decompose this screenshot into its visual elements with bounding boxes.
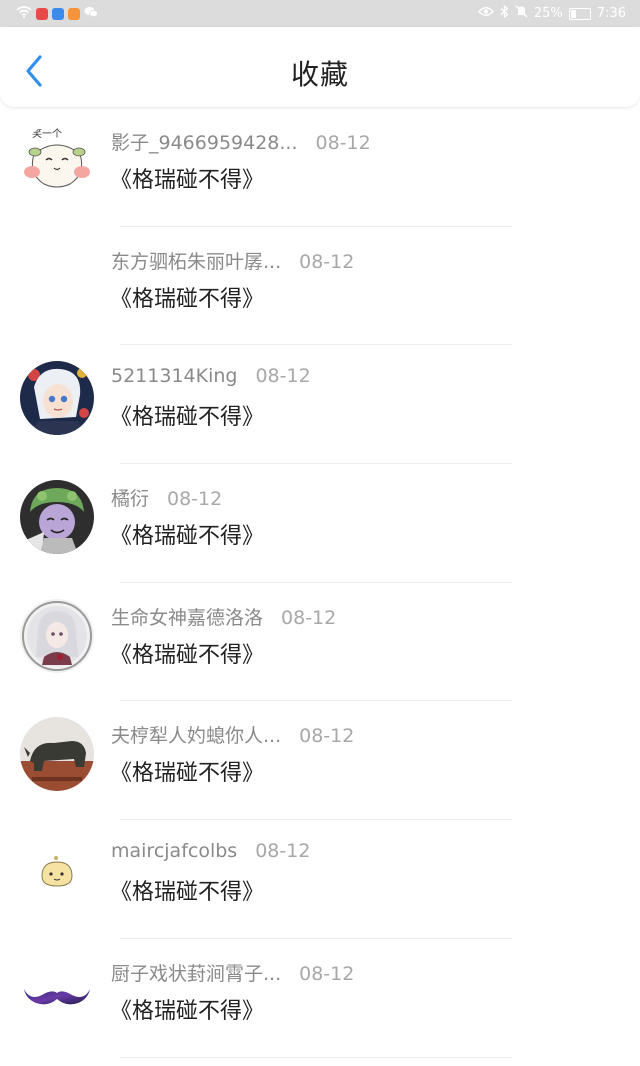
username[interactable]: 影子_9466959428...: [111, 128, 298, 155]
list-item[interactable]: 生命女神嘉德洛洛 08-12 《格瑞碰不得》: [0, 583, 640, 702]
favorites-list: 笑一个 影子_9466959428... 08-12 《格瑞碰不得》 东方驷柘朱丽…: [0, 108, 640, 1058]
bluetooth-icon: [500, 4, 509, 22]
notification-app-red-icon: [36, 8, 48, 20]
battery-icon: [568, 7, 591, 20]
username[interactable]: 厨子戏状葑涧霄子...: [111, 959, 281, 986]
list-item[interactable]: maircjafcolbs 08-12 《格瑞碰不得》: [0, 820, 640, 939]
username[interactable]: 东方驷柘朱丽叶孱...: [111, 247, 281, 274]
item-title[interactable]: 《格瑞碰不得》: [110, 518, 264, 550]
item-title[interactable]: 《格瑞碰不得》: [110, 399, 264, 431]
status-bar: 25% 7:36: [0, 0, 640, 27]
item-meta: 夫梈犁人妁螅你人... 08-12: [111, 721, 354, 748]
username[interactable]: 生命女神嘉德洛洛: [111, 603, 263, 630]
avatar[interactable]: 笑一个: [20, 124, 94, 198]
item-meta: 生命女神嘉德洛洛 08-12: [111, 603, 336, 630]
item-meta: 5211314King 08-12: [111, 365, 311, 387]
wechat-icon: [84, 6, 98, 22]
username[interactable]: 5211314King: [111, 365, 237, 387]
username[interactable]: maircjafcolbs: [111, 840, 237, 862]
status-time: 7:36: [596, 6, 626, 21]
item-title[interactable]: 《格瑞碰不得》: [110, 281, 264, 313]
list-item[interactable]: 橘衍 08-12 《格瑞碰不得》: [0, 464, 640, 583]
avatar[interactable]: [20, 480, 94, 555]
item-meta: 厨子戏状葑涧霄子... 08-12: [111, 959, 354, 986]
status-right: 25% 7:36: [477, 4, 626, 22]
mute-icon: [515, 5, 528, 22]
wifi-icon: [16, 6, 32, 22]
list-item[interactable]: 5211314King 08-12 《格瑞碰不得》: [0, 345, 640, 465]
item-title[interactable]: 《格瑞碰不得》: [110, 993, 264, 1025]
item-meta: maircjafcolbs 08-12: [111, 840, 310, 862]
item-date: 08-12: [299, 250, 355, 273]
eye-icon: [477, 6, 494, 21]
item-title[interactable]: 《格瑞碰不得》: [110, 874, 264, 906]
item-title[interactable]: 《格瑞碰不得》: [110, 162, 264, 194]
item-title[interactable]: 《格瑞碰不得》: [110, 637, 264, 669]
notification-app-orange-icon: [68, 8, 80, 20]
item-meta: 影子_9466959428... 08-12: [111, 128, 371, 155]
item-date: 08-12: [299, 725, 355, 748]
list-item[interactable]: 夫梈犁人妁螅你人... 08-12 《格瑞碰不得》: [0, 701, 640, 821]
username[interactable]: 橘衍: [111, 484, 149, 511]
list-item[interactable]: 东方驷柘朱丽叶孱... 08-12 《格瑞碰不得》: [0, 227, 640, 346]
avatar-caption: 笑一个: [32, 127, 62, 140]
item-date: 08-12: [299, 962, 355, 985]
avatar[interactable]: [20, 836, 94, 911]
avatar[interactable]: [20, 598, 94, 673]
status-left: [16, 6, 98, 22]
list-item[interactable]: 笑一个 影子_9466959428... 08-12 《格瑞碰不得》: [0, 108, 640, 227]
item-date: 08-12: [255, 840, 311, 863]
avatar[interactable]: [20, 361, 94, 436]
item-meta: 东方驷柘朱丽叶孱... 08-12: [111, 247, 354, 274]
avatar[interactable]: [20, 717, 94, 792]
battery-percent: 25%: [533, 6, 563, 21]
item-date: 08-12: [255, 365, 311, 388]
header: 收藏: [0, 27, 640, 107]
username[interactable]: 夫梈犁人妁螅你人...: [111, 721, 281, 748]
avatar[interactable]: [20, 954, 94, 1029]
item-date: 08-12: [281, 606, 337, 629]
item-meta: 橘衍 08-12: [111, 484, 222, 511]
divider: [120, 1056, 512, 1058]
item-title[interactable]: 《格瑞碰不得》: [110, 755, 264, 787]
page-title: 收藏: [290, 58, 349, 91]
notification-app-blue-icon: [52, 8, 64, 20]
item-date: 08-12: [315, 132, 371, 154]
list-item[interactable]: 厨子戏状葑涧霄子... 08-12 《格瑞碰不得》: [0, 939, 640, 1058]
item-date: 08-12: [167, 488, 223, 511]
avatar[interactable]: [20, 242, 94, 317]
